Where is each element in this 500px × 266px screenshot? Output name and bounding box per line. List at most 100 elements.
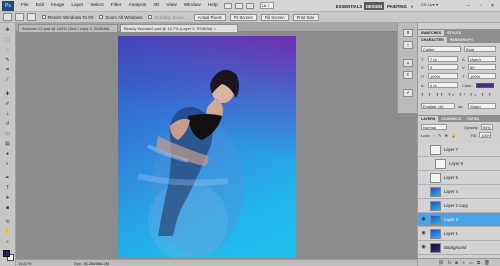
vertical-scale-field[interactable]: 100% xyxy=(428,73,458,79)
layer-row-layer-6[interactable]: Layer 6 xyxy=(418,157,500,171)
mask-icon[interactable]: ◙ xyxy=(455,260,458,265)
fill-field[interactable]: 100% xyxy=(479,132,492,138)
eye-icon[interactable]: ◉ xyxy=(420,244,427,251)
layer-row-layer-1[interactable]: ◉ Layer 1 xyxy=(418,227,500,241)
visibility-toggle-icon[interactable] xyxy=(420,160,427,167)
workspace-design[interactable]: DESIGN xyxy=(364,2,384,10)
baseline-shift-field[interactable]: 0 pt xyxy=(428,82,458,88)
font-family-select[interactable]: Calibri xyxy=(421,46,461,52)
brush-tool-icon[interactable]: ✐ xyxy=(3,101,12,107)
visibility-toggle-icon[interactable] xyxy=(420,174,427,181)
zoom-in-icon[interactable] xyxy=(15,13,24,21)
photoshop-logo[interactable]: Ps xyxy=(2,0,14,11)
paragraph-panel-icon[interactable]: ¶ xyxy=(403,71,413,79)
tab-layers[interactable]: LAYERS xyxy=(418,116,439,122)
document-canvas[interactable] xyxy=(118,36,296,258)
kerning-field[interactable]: 0 xyxy=(428,64,458,70)
fit-screen-button[interactable]: Fit Screen xyxy=(229,13,257,21)
menu-select[interactable]: Select xyxy=(90,3,103,8)
layer-row-background[interactable]: ◉ Background xyxy=(418,241,500,255)
new-layer-icon[interactable]: ⧉ xyxy=(477,260,480,265)
zoom-all-checkbox[interactable] xyxy=(99,15,104,19)
lock-icons[interactable]: ▫ ✎ ✥ 🔒 xyxy=(434,133,457,138)
menu-file[interactable]: File xyxy=(21,3,29,8)
layer-row-layer-3[interactable]: ◉ Layer 3 xyxy=(418,213,500,227)
properties-panel-icon[interactable]: ≡ xyxy=(403,41,413,49)
layer-row-layer-2-copy[interactable]: Layer 2 copy xyxy=(418,199,500,213)
eye-icon[interactable]: ◉ xyxy=(420,230,427,237)
marquee-tool-icon[interactable]: ⬚ xyxy=(3,37,12,43)
zoom-all-option[interactable]: Zoom All Windows xyxy=(99,15,142,20)
tab-paragraph[interactable]: PARAGRAPH xyxy=(447,37,476,43)
tab-channels[interactable]: CHANNELS xyxy=(438,116,464,122)
adjustment-icon[interactable]: ◑ xyxy=(462,260,465,265)
tab-paths[interactable]: PATHS xyxy=(464,116,482,122)
layer-row-layer-5[interactable]: Layer 5 xyxy=(418,171,500,185)
quick-select-tool-icon[interactable]: ✎ xyxy=(3,57,12,63)
zoom-level-select[interactable]: 16.7 xyxy=(259,2,274,9)
menu-window[interactable]: Window xyxy=(184,3,201,8)
menu-image[interactable]: Image xyxy=(51,3,64,8)
history-panel-icon[interactable]: ⧗ xyxy=(403,29,413,37)
eraser-tool-icon[interactable]: ▭ xyxy=(3,131,12,137)
resize-windows-checkbox[interactable] xyxy=(42,15,46,19)
eye-icon[interactable]: ◉ xyxy=(420,216,427,223)
horizontal-scale-field[interactable]: 100% xyxy=(468,73,496,79)
menu-layer[interactable]: Layer xyxy=(71,3,83,8)
menu-view[interactable]: View xyxy=(166,3,176,8)
3d-rotate-tool-icon[interactable]: ⟲ xyxy=(3,219,12,225)
print-size-button[interactable]: Print Size xyxy=(292,13,319,21)
language-select[interactable]: English: UK xyxy=(421,103,455,109)
menu-help[interactable]: Help xyxy=(208,3,218,8)
shape-tool-icon[interactable]: ■ xyxy=(3,205,12,211)
close-icon[interactable]: ✕ xyxy=(488,2,497,9)
font-style-select[interactable]: Bold xyxy=(464,46,496,52)
status-zoom[interactable]: 16.67% xyxy=(18,261,32,266)
foreground-color-swatch[interactable] xyxy=(3,250,10,257)
scrubby-zoom-option[interactable]: Scrubby Zoom xyxy=(148,15,184,20)
text-color-swatch[interactable] xyxy=(476,83,494,88)
type-tool-icon[interactable]: T xyxy=(3,185,12,191)
minimize-icon[interactable]: – xyxy=(464,2,473,9)
font-size-field[interactable]: 7 pt xyxy=(428,56,458,62)
layer-row-layer-7[interactable]: Layer 7 xyxy=(418,143,500,157)
trash-icon[interactable]: 🗑 xyxy=(484,260,490,266)
scrubby-zoom-checkbox[interactable] xyxy=(148,15,153,19)
menu-edit[interactable]: Edit xyxy=(36,3,44,8)
leading-field[interactable]: (Auto) xyxy=(468,56,496,62)
cs-live-button[interactable]: CS Live ▾ xyxy=(421,2,438,7)
link-icon[interactable]: ⛓ xyxy=(438,260,444,266)
tab-character[interactable]: CHARACTER xyxy=(418,37,447,43)
move-tool-icon[interactable]: ✥ xyxy=(3,27,12,33)
clone-stamp-tool-icon[interactable]: ⊥ xyxy=(3,111,12,117)
healing-brush-tool-icon[interactable]: ✚ xyxy=(3,91,12,97)
document-tab-summer[interactable]: Summer 22.psd @ 100% (Text / copy 3, RGB… xyxy=(18,24,118,32)
document-tab-beauty-woman[interactable]: Beauty Woman2.psd @ 16.7% (Layer 3, RGB/… xyxy=(120,24,238,32)
bridge-icon[interactable] xyxy=(223,2,232,9)
crop-tool-icon[interactable]: ⌗ xyxy=(3,67,12,73)
type-style-buttons[interactable]: T T TT Tr T¹ T₁ T T xyxy=(421,92,493,97)
zoom-out-icon[interactable] xyxy=(27,13,36,21)
opacity-field[interactable]: 94% xyxy=(480,124,493,130)
anti-alias-select[interactable]: Sharp xyxy=(468,103,496,109)
folder-icon[interactable]: ▭ xyxy=(469,260,473,266)
resize-windows-option[interactable]: Resize Windows To Fit xyxy=(42,15,93,20)
visibility-toggle-icon[interactable] xyxy=(420,202,427,209)
dodge-tool-icon[interactable]: ◐ xyxy=(3,161,12,167)
character-panel-icon[interactable]: A xyxy=(403,59,413,67)
menu-analysis[interactable]: Analysis xyxy=(128,3,146,8)
gradient-tool-icon[interactable]: ▤ xyxy=(3,141,12,147)
zoom-tool-icon[interactable]: ⌕ xyxy=(3,239,12,245)
hand-tool-icon[interactable]: ✋ xyxy=(3,229,12,235)
eyedropper-tool-icon[interactable]: ⁄ xyxy=(3,77,12,83)
fill-screen-button[interactable]: Fill Screen xyxy=(260,13,289,21)
fx-icon[interactable]: fx xyxy=(448,260,452,265)
mini-bridge-icon[interactable] xyxy=(234,2,243,9)
layer-row-layer-4[interactable]: Layer 4 xyxy=(418,185,500,199)
visibility-toggle-icon[interactable] xyxy=(420,188,427,195)
workspace-painting[interactable]: PAINTING xyxy=(386,2,408,10)
status-doc-size[interactable]: Doc: 36.2M/866.2M xyxy=(74,261,109,266)
brush-panel-icon[interactable]: ✐ xyxy=(403,89,413,97)
actual-pixels-button[interactable]: Actual Pixels xyxy=(193,13,226,21)
workspace-more[interactable]: » xyxy=(409,2,415,10)
